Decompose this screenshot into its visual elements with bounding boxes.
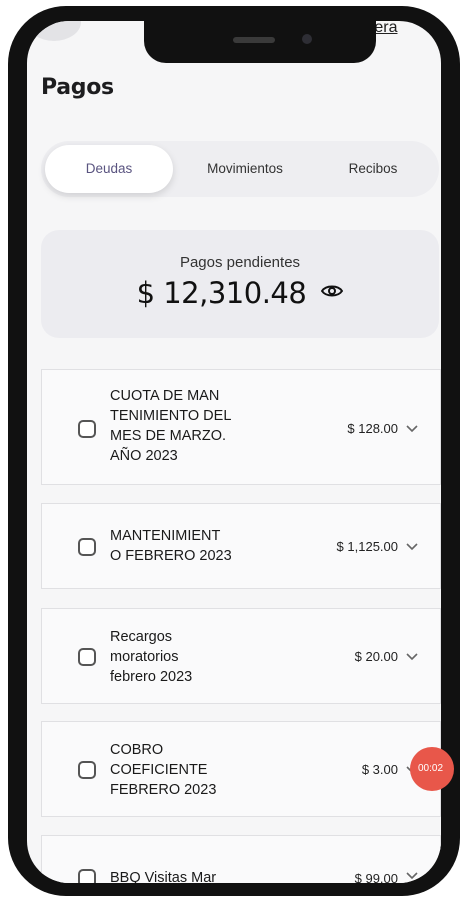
debt-description: BBQ Visitas Mar: [110, 868, 310, 883]
app-screen: etera Pagos Deudas Movimientos Recibos P…: [27, 21, 441, 883]
debt-checkbox[interactable]: [78, 538, 96, 556]
tab-bar: Deudas Movimientos Recibos: [41, 141, 439, 197]
phone-notch: [144, 21, 376, 63]
debt-description-line: Recargos: [110, 629, 173, 645]
chevron-down-icon[interactable]: [406, 543, 418, 551]
debt-checkbox[interactable]: [78, 761, 96, 779]
debt-description-line: MES DE MARZO.: [110, 428, 227, 444]
debt-amount: $ 3.00: [361, 762, 398, 777]
front-camera: [302, 34, 312, 44]
back-button-partial[interactable]: [27, 21, 81, 41]
debt-description: MANTENIMIENT O FEBRERO 2023: [110, 526, 250, 566]
debt-description-line: moratorios: [110, 649, 179, 665]
debt-amount: $ 99.00: [354, 871, 398, 883]
chevron-down-icon[interactable]: [406, 653, 418, 661]
debt-description-line: AÑO 2023: [110, 448, 178, 464]
debt-description-line: MANTENIMIENT: [110, 528, 221, 544]
phone-frame: etera Pagos Deudas Movimientos Recibos P…: [8, 6, 460, 896]
debt-description-line: FEBRERO 2023: [110, 782, 217, 798]
debt-checkbox[interactable]: [78, 420, 96, 438]
debt-description-line: BBQ Visitas Mar: [110, 870, 217, 883]
debt-checkbox[interactable]: [78, 869, 96, 883]
debt-amount: $ 20.00: [354, 649, 398, 664]
debt-description-line: TENIMIENTO DEL: [110, 408, 232, 424]
tab-recibos[interactable]: Recibos: [313, 145, 433, 193]
debt-item[interactable]: Recargos moratorios febrero 2023 $ 20.00: [41, 608, 441, 704]
chevron-down-icon[interactable]: [406, 872, 418, 880]
debt-checkbox[interactable]: [78, 648, 96, 666]
debt-description-line: COBRO: [110, 742, 164, 758]
pending-payments-card: Pagos pendientes $ 12,310.48: [41, 230, 439, 338]
debt-amount: $ 128.00: [347, 421, 398, 436]
debt-description: COBRO COEFICIENTE FEBRERO 2023: [110, 740, 250, 800]
debt-amount: $ 1,125.00: [336, 539, 398, 554]
debt-description-line: febrero 2023: [110, 669, 193, 685]
debt-description: CUOTA DE MAN TENIMIENTO DEL MES DE MARZO…: [110, 386, 250, 466]
debt-description-line: O FEBRERO 2023: [110, 548, 232, 564]
pending-payments-label: Pagos pendientes: [179, 254, 301, 271]
chevron-down-icon[interactable]: [406, 425, 418, 433]
recording-timer-badge[interactable]: 00:02: [410, 747, 454, 791]
debt-item[interactable]: BBQ Visitas Mar $ 99.00: [41, 835, 441, 883]
pending-payments-amount: $ 12,310.48: [136, 276, 307, 310]
pending-amount-row: $ 12,310.48: [41, 276, 439, 310]
eye-icon[interactable]: [321, 283, 344, 302]
debt-description: Recargos moratorios febrero 2023: [110, 627, 250, 687]
tab-deudas[interactable]: Deudas: [45, 145, 173, 193]
debt-item[interactable]: CUOTA DE MAN TENIMIENTO DEL MES DE MARZO…: [41, 369, 441, 485]
debt-item[interactable]: COBRO COEFICIENTE FEBRERO 2023 $ 3.00: [41, 721, 441, 817]
debt-description-line: CUOTA DE MAN: [110, 388, 220, 404]
debt-description-line: COEFICIENTE: [110, 762, 208, 778]
speaker-grille: [233, 37, 275, 43]
tab-movimientos[interactable]: Movimientos: [181, 145, 309, 193]
page-title: Pagos: [41, 75, 114, 100]
debt-item[interactable]: MANTENIMIENT O FEBRERO 2023 $ 1,125.00: [41, 503, 441, 589]
